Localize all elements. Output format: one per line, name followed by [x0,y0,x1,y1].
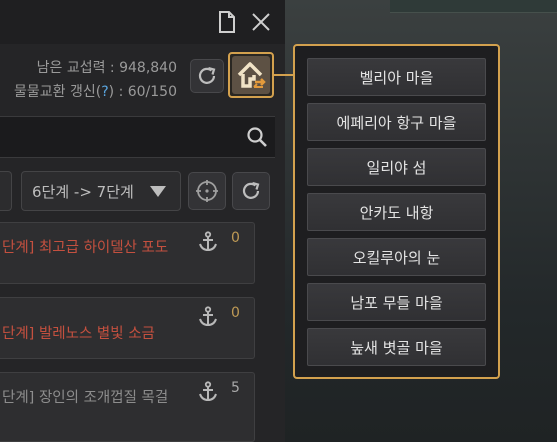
refresh-barter-button[interactable] [190,59,224,93]
home-transfer-icon [237,62,266,88]
crosshair-icon [196,180,218,202]
home-town-button[interactable] [228,52,274,98]
document-icon[interactable] [216,10,238,34]
town-option[interactable]: 안카도 내항 [307,193,486,231]
list-item[interactable]: 단계] 발레노스 별빛 소금 0 [0,297,255,359]
trade-panel: 남은 교섭력 : 948,840 물물교환 갱신(?) : 60/150 6단계… [0,0,285,442]
list-item[interactable]: 단계] 장인의 조개껍질 목걸 5 [0,372,255,442]
anchor-icon [198,381,218,407]
town-dropdown: 벨리아 마을 에페리아 항구 마을 일리야 섬 안카도 내항 오킬루아의 눈 남… [293,44,500,379]
refresh-icon [198,66,216,84]
stage-select-value: 6단계 -> 7단계 [32,182,134,201]
town-option[interactable]: 에페리아 항구 마을 [307,103,486,141]
panel-header [0,0,285,44]
list-item[interactable]: 단계] 최고급 하이델산 포도 0 [0,222,255,284]
town-option[interactable]: 벨리아 마을 [307,58,486,96]
barter-refresh-suffix: ) : 60/150 [108,84,177,100]
search-icon[interactable] [245,125,269,153]
close-icon[interactable] [249,10,273,34]
anchor-icon [198,231,218,257]
town-option[interactable]: 눞새 볏골 마을 [307,328,486,366]
item-count: 0 [231,305,240,321]
refresh-icon [242,181,260,199]
barter-refresh-label: 물물교환 갱신(?) : 60/150 [14,81,177,101]
item-title: 단계] 장인의 조개껍질 목걸 [2,390,169,406]
item-count: 5 [231,380,240,396]
item-title: 단계] 최고급 하이델산 포도 [2,240,169,256]
game-world-strip [390,0,557,13]
barter-refresh-prefix: 물물교환 갱신( [14,84,102,100]
stage-select[interactable]: 6단계 -> 7단계 [21,171,181,211]
locate-button[interactable] [188,172,226,210]
home-town-button-face [232,56,270,94]
previous-filter-button[interactable] [0,171,12,211]
help-question-link[interactable]: ? [101,84,108,100]
anchor-icon [198,306,218,332]
remaining-energy-label: 남은 교섭력 : 948,840 [36,60,177,76]
refresh-list-button[interactable] [232,172,270,210]
item-title: 단계] 발레노스 별빛 소금 [2,326,155,342]
item-count: 0 [231,230,240,246]
search-bar[interactable] [0,116,275,158]
town-option[interactable]: 일리야 섬 [307,148,486,186]
town-option[interactable]: 오킬루아의 눈 [307,238,486,276]
dropdown-connector [274,74,294,76]
chevron-down-icon [150,186,166,197]
town-option[interactable]: 남포 무들 마을 [307,283,486,321]
